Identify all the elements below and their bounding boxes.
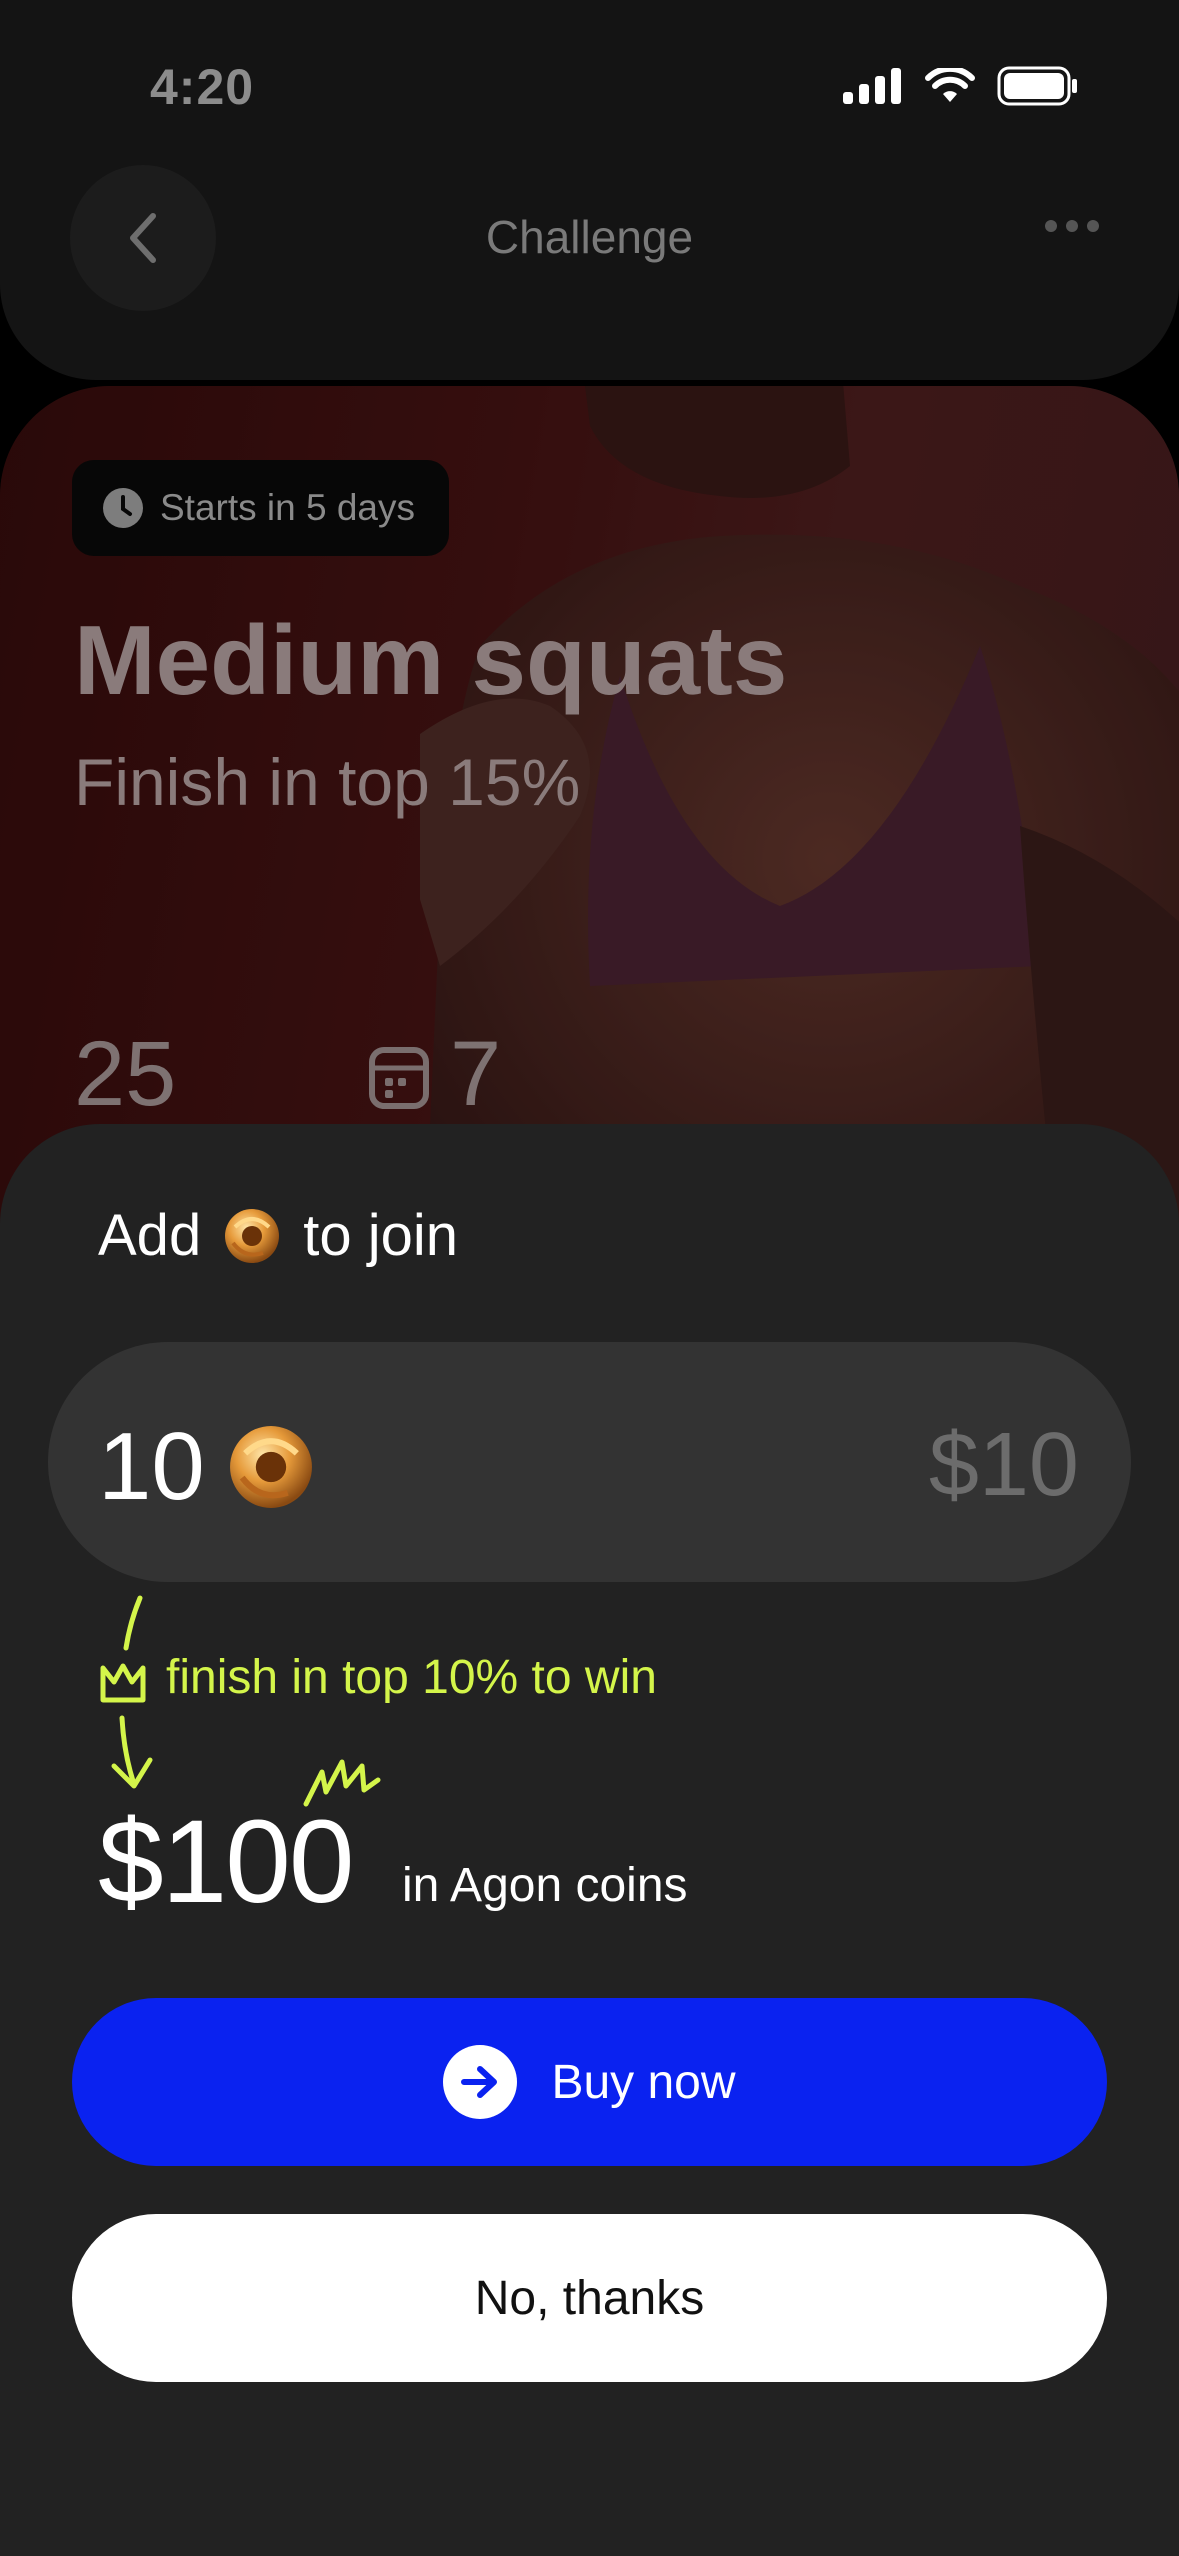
battery-icon bbox=[997, 66, 1077, 106]
challenge-stat-days-value: 7 bbox=[450, 1023, 502, 1125]
challenge-title: Medium squats bbox=[74, 605, 788, 715]
header-title: Challenge bbox=[485, 211, 694, 263]
prize-caption: in Agon coins bbox=[402, 1859, 688, 1912]
more-options-button[interactable] bbox=[1045, 220, 1099, 232]
challenge-subtitle: Finish in top 15% bbox=[74, 745, 581, 819]
starts-badge-label: Starts in 5 days bbox=[160, 487, 416, 528]
prize-amount: $100 bbox=[98, 1796, 355, 1928]
status-time: 4:20 bbox=[150, 59, 255, 115]
coin-amount-usd: $10 bbox=[928, 1415, 1079, 1515]
doodle-line-icon bbox=[123, 1595, 143, 1651]
signal-icon bbox=[843, 68, 901, 104]
clock-icon bbox=[103, 488, 143, 528]
challenge-stat-days: 7 bbox=[368, 1022, 501, 1127]
wifi-icon bbox=[925, 68, 975, 102]
sheet-title-prefix: Add bbox=[98, 1203, 202, 1268]
crown-icon bbox=[100, 1663, 146, 1703]
arrow-right-icon bbox=[443, 2045, 518, 2119]
more-dot bbox=[1066, 220, 1078, 232]
agon-coin-icon bbox=[225, 1208, 280, 1263]
buy-now-button[interactable]: Buy now bbox=[72, 1998, 1107, 2166]
more-dot bbox=[1045, 220, 1057, 232]
more-dot bbox=[1087, 220, 1099, 232]
calendar-icon bbox=[369, 1046, 429, 1109]
arrow-down-doodle-icon bbox=[111, 1715, 153, 1789]
sheet-title: Add to join bbox=[98, 1202, 458, 1269]
join-sheet: Add to join 10 $10 finish in top 10% to … bbox=[0, 1124, 1179, 2556]
coin-amount-value: 10 bbox=[98, 1413, 205, 1520]
no-thanks-button[interactable]: No, thanks bbox=[72, 2214, 1107, 2382]
header-card: 4:20 Challenge bbox=[0, 0, 1179, 380]
agon-coin-icon bbox=[229, 1426, 312, 1508]
win-condition-note: finish in top 10% to win bbox=[166, 1651, 657, 1704]
challenge-stat-count: 25 bbox=[74, 1023, 177, 1125]
status-icons bbox=[843, 66, 1079, 106]
no-thanks-label: No, thanks bbox=[474, 2271, 705, 2325]
starts-badge: Starts in 5 days bbox=[72, 460, 450, 556]
coin-amount: 10 bbox=[98, 1412, 315, 1522]
buy-now-label: Buy now bbox=[551, 2055, 736, 2109]
sheet-title-suffix: to join bbox=[303, 1203, 458, 1268]
coin-amount-input[interactable]: 10 $10 bbox=[48, 1342, 1131, 1582]
hero-card: Starts in 5 days Medium squats Finish in… bbox=[0, 386, 1179, 1246]
